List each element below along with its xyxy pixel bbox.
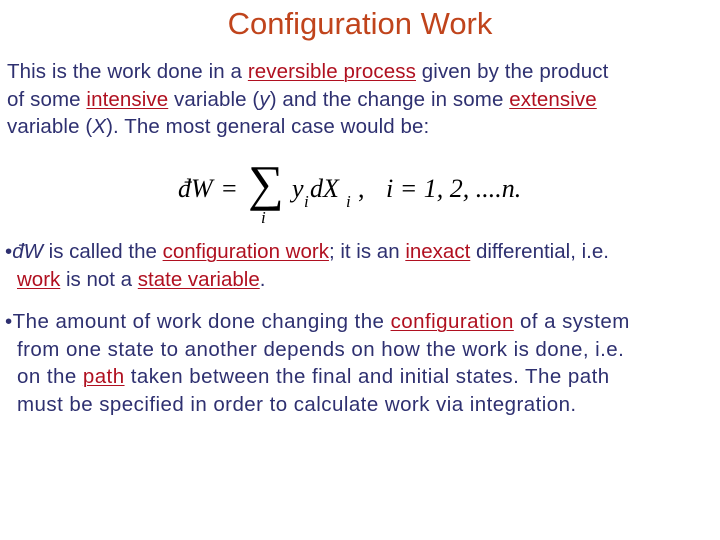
bullet-text: differential, i.e.: [470, 240, 609, 263]
bullet-text: The amount of work done changing the: [12, 310, 391, 333]
intro-text: variable (: [168, 87, 260, 111]
bullet-text: is called the: [42, 240, 163, 263]
bullet-configuration-work: •đW is called the configuration work; it…: [5, 238, 717, 293]
bullet-text: from one state to another depends on how…: [17, 337, 625, 361]
bullet-text: .: [259, 267, 266, 291]
equation-lhs: đW: [178, 174, 213, 203]
bullet-text: of a system: [513, 310, 630, 333]
variable-y: y: [259, 87, 270, 111]
variable-x: X: [92, 115, 107, 138]
link-configuration[interactable]: configuration: [391, 310, 514, 333]
summation-index: i: [261, 208, 266, 227]
term-dx: dX: [310, 174, 339, 203]
equation-comma: ,: [358, 174, 365, 203]
link-inexact[interactable]: inexact: [405, 240, 470, 263]
intro-text: ). The most general case would be:: [106, 115, 430, 138]
link-reversible-process[interactable]: reversible process: [248, 60, 416, 83]
equation-range: i = 1, 2, ....n.: [386, 174, 522, 203]
dw-symbol: đW: [12, 240, 43, 263]
intro-text: of some: [7, 87, 87, 111]
link-work[interactable]: work: [17, 268, 60, 291]
intro-text: ) and the change in some: [269, 87, 510, 111]
link-intensive[interactable]: intensive: [86, 88, 168, 111]
term-dx-subscript: i: [346, 192, 351, 211]
equation-equals: =: [222, 174, 237, 203]
slide-title: Configuration Work: [227, 6, 493, 41]
work-equation: đW = ∑ i y i dX i , i = 1, 2, ....n.: [178, 155, 528, 228]
bullet-marker: •: [5, 310, 13, 333]
intro-text: This is the work done in a: [7, 60, 248, 83]
summation-symbol: ∑: [248, 155, 284, 211]
bullet-text: is not a: [60, 267, 138, 291]
term-y: y: [292, 174, 304, 203]
link-path[interactable]: path: [83, 365, 125, 388]
intro-text: given by the product: [416, 60, 609, 83]
link-extensive[interactable]: extensive: [509, 88, 597, 111]
bullet-path-dependence: •The amount of work done changing the co…: [5, 308, 717, 418]
link-state-variable[interactable]: state variable: [138, 268, 260, 291]
bullet-text: must be specified in order to calculate …: [17, 392, 577, 416]
bullet-text: ; it is an: [328, 240, 406, 263]
link-configuration-work[interactable]: configuration work: [163, 240, 329, 263]
bullet-text: taken between the final and initial stat…: [124, 365, 610, 388]
term-y-subscript: i: [304, 192, 309, 211]
intro-paragraph: This is the work done in a reversible pr…: [7, 58, 717, 141]
intro-text: variable (: [7, 115, 93, 138]
bullet-text: on the: [17, 365, 83, 388]
